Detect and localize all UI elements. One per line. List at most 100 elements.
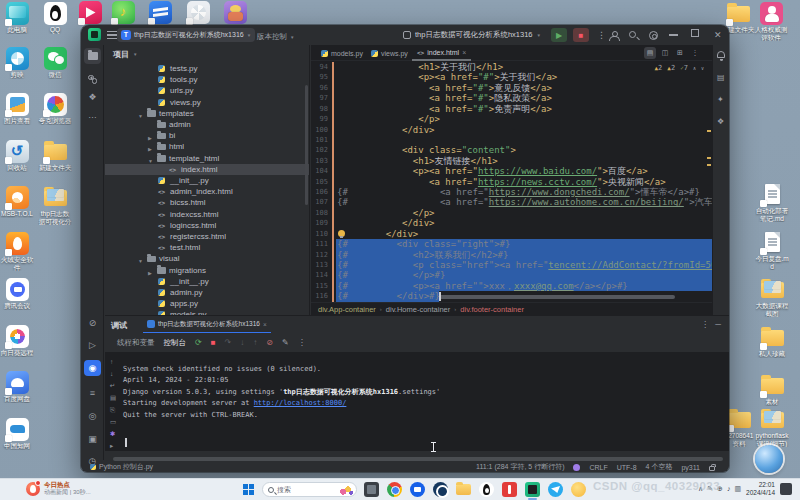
- tab-options-icon[interactable]: ▤: [644, 47, 656, 59]
- taskbar-yellow-app[interactable]: [571, 482, 586, 497]
- taskbar-taskview[interactable]: [364, 482, 379, 497]
- desktop-icon-pink-app[interactable]: 人格权威测评软件: [754, 2, 788, 41]
- desktop-icon-cnki[interactable]: 中国知网: [0, 418, 34, 450]
- desktop-icon-design-app[interactable]: [143, 1, 177, 24]
- tray-icon-3[interactable]: ♪: [727, 485, 731, 493]
- tab-more-icon[interactable]: ⋮: [689, 47, 701, 59]
- stripe-terminal-icon[interactable]: ▣: [84, 431, 101, 447]
- user-icon[interactable]: [609, 31, 618, 40]
- stripe-problems-icon[interactable]: ⊘: [84, 315, 101, 331]
- taskbar-telegram[interactable]: [548, 482, 563, 497]
- stripe-services-icon[interactable]: ≡: [84, 385, 101, 401]
- debug-view-tab-0[interactable]: 线程和变量: [117, 338, 155, 348]
- tree-item-bi[interactable]: ▶bi: [105, 130, 310, 141]
- step-out-icon[interactable]: ↑: [253, 338, 257, 347]
- desktop-icon-meeting[interactable]: 腾讯会议: [0, 278, 34, 310]
- debug-session-tab[interactable]: thp日志数据可视化分析系统hx1316 ×: [143, 316, 271, 333]
- status-item[interactable]: UTF-8: [617, 464, 637, 471]
- desktop-icon-project-folder[interactable]: thp日志数据可视化分析系统hx1316: [38, 186, 72, 225]
- desktop-icon-pc[interactable]: 此电脑: [0, 2, 34, 34]
- desktop-icon-recycle-bin[interactable]: 回收站: [0, 140, 34, 172]
- tree-item---init---py[interactable]: __init__.py: [105, 175, 310, 186]
- desktop-icon-md-doc2[interactable]: 今日复盘.md: [755, 231, 789, 270]
- breadcrumb[interactable]: div.App-container›div.Home-container›div…: [311, 302, 712, 315]
- close-button[interactable]: ✕: [714, 29, 722, 41]
- breadcrumb-item[interactable]: div.footer-container: [460, 305, 524, 314]
- console-gutter-icon-7[interactable]: ▸: [110, 442, 113, 450]
- desktop-icon-folder-private[interactable]: 私人珍藏: [755, 326, 789, 358]
- settings-gear-icon[interactable]: [649, 31, 658, 40]
- run-button[interactable]: ▶: [551, 28, 567, 42]
- stop-button[interactable]: ■: [573, 28, 589, 42]
- tray-clock[interactable]: 22:01 2024/4/14: [746, 481, 775, 497]
- status-item[interactable]: 4 个空格: [646, 462, 673, 472]
- console-hscrollbar[interactable]: [113, 457, 723, 461]
- notifications-bell-icon[interactable]: [717, 51, 725, 58]
- stripe-structure-icon[interactable]: ❖: [84, 89, 101, 105]
- debug-more-icon[interactable]: ⋮: [298, 338, 306, 347]
- project-selector[interactable]: T thp日志数据可视化分析系统hx1316 ▼: [117, 28, 255, 42]
- pycharm-logo-icon[interactable]: [88, 28, 101, 41]
- tree-item-index-html[interactable]: <>index.html: [105, 164, 310, 175]
- taskbar-red-app[interactable]: [502, 482, 517, 497]
- tree-item-logincss-html[interactable]: <>logincss.html: [105, 220, 310, 231]
- console-gutter-icon-2[interactable]: ↵: [110, 382, 115, 390]
- caret-position[interactable]: 111:1 (284 字符, 5 行断行符): [476, 462, 564, 472]
- tree-item-registercss-html[interactable]: <>registercss.html: [105, 231, 310, 242]
- desktop-icon-folder[interactable]: 新建文件夹: [38, 140, 72, 172]
- desktop-icon-qq[interactable]: QQ: [38, 2, 72, 34]
- stripe-project-icon[interactable]: [84, 48, 101, 64]
- tree-item-html[interactable]: ▶html: [105, 141, 310, 152]
- code-area[interactable]: ▲2 ▲2 ✓7 ∧∨ 94 <h1>关于我们</h1>95 <p><a hre…: [311, 62, 712, 302]
- stripe-python-console-icon[interactable]: ◎: [84, 408, 101, 424]
- mute-breakpoints-icon[interactable]: ⊘: [266, 338, 273, 347]
- console-gutter-icon-3[interactable]: ▤: [110, 394, 116, 402]
- status-left[interactable]: Python 控制台.py: [90, 462, 153, 472]
- desktop-icon-folder-assets[interactable]: 素材: [755, 374, 789, 406]
- tree-item-tools-py[interactable]: tools.py: [105, 74, 310, 85]
- tree-item-tests-py[interactable]: tests.py: [105, 63, 310, 74]
- tree-item-visual[interactable]: ▼visual: [105, 253, 310, 264]
- taskbar-explorer[interactable]: [456, 482, 471, 497]
- tree-item-test-html[interactable]: <>test.html: [105, 242, 310, 253]
- step-over-icon[interactable]: ↷: [225, 338, 232, 347]
- tree-item-admin-index-html[interactable]: <>admin_index.html: [105, 186, 310, 197]
- console-gutter-icon-6[interactable]: ✱: [110, 430, 115, 438]
- debug-view-tab-1[interactable]: 控制台: [164, 338, 187, 348]
- desktop-icon-sunflower[interactable]: 向日葵远程: [0, 325, 34, 357]
- console-gutter-icon-5[interactable]: ▭: [110, 418, 116, 426]
- console-link[interactable]: http://localhost:8000/: [254, 399, 347, 407]
- stripe-run-icon[interactable]: ▷: [84, 337, 101, 353]
- stripe-more-icon[interactable]: …: [84, 107, 101, 123]
- titlebar-more-icon[interactable]: ⋮: [597, 29, 606, 41]
- taskbar-qq[interactable]: [479, 482, 494, 497]
- tree-item-indexcss-html[interactable]: <>indexcss.html: [105, 209, 310, 220]
- project-panel-header[interactable]: 项目▼: [113, 49, 137, 60]
- desktop-icon-folder-flask[interactable]: pythonflask课设(细节): [755, 408, 789, 447]
- tree-item-bicss-html[interactable]: <>bicss.html: [105, 197, 310, 208]
- breadcrumb-item[interactable]: div.Home-container: [386, 305, 450, 314]
- database-icon[interactable]: ▤: [717, 73, 725, 82]
- lock-icon[interactable]: [709, 466, 715, 471]
- desktop-icon-qqmusic[interactable]: [106, 1, 140, 24]
- search-icon[interactable]: [629, 31, 636, 38]
- console-gutter-icon-1[interactable]: ↓: [110, 370, 113, 377]
- maximize-button[interactable]: [691, 29, 699, 37]
- status-ai-icon[interactable]: [573, 464, 580, 471]
- status-item[interactable]: CRLF: [589, 464, 607, 471]
- rerun-icon[interactable]: ⟳: [195, 338, 202, 347]
- desktop-icon-quark[interactable]: 夸克浏览器: [38, 93, 72, 125]
- desktop-icon-gift-app[interactable]: [218, 1, 252, 24]
- split-down-icon[interactable]: ⊞: [674, 47, 686, 59]
- main-menu-icon[interactable]: [107, 31, 117, 39]
- desktop-icon-jianying[interactable]: 剪映: [0, 47, 34, 79]
- tree-item-apps-py[interactable]: apps.py: [105, 298, 310, 309]
- taskbar-chrome[interactable]: [387, 482, 402, 497]
- tree-item-templates[interactable]: ▼templates: [105, 108, 310, 119]
- floating-assistant-ball[interactable]: [755, 445, 783, 473]
- ime-icon[interactable]: [780, 483, 792, 495]
- start-button[interactable]: [243, 484, 255, 496]
- editor-tab-index-html[interactable]: <>index.html×: [412, 45, 471, 61]
- desktop-icon-folder-shots[interactable]: 大数据课程截图: [755, 278, 789, 317]
- debug-console[interactable]: ↑↓↵▤⎘▭✱▸ System check identified no issu…: [105, 352, 729, 451]
